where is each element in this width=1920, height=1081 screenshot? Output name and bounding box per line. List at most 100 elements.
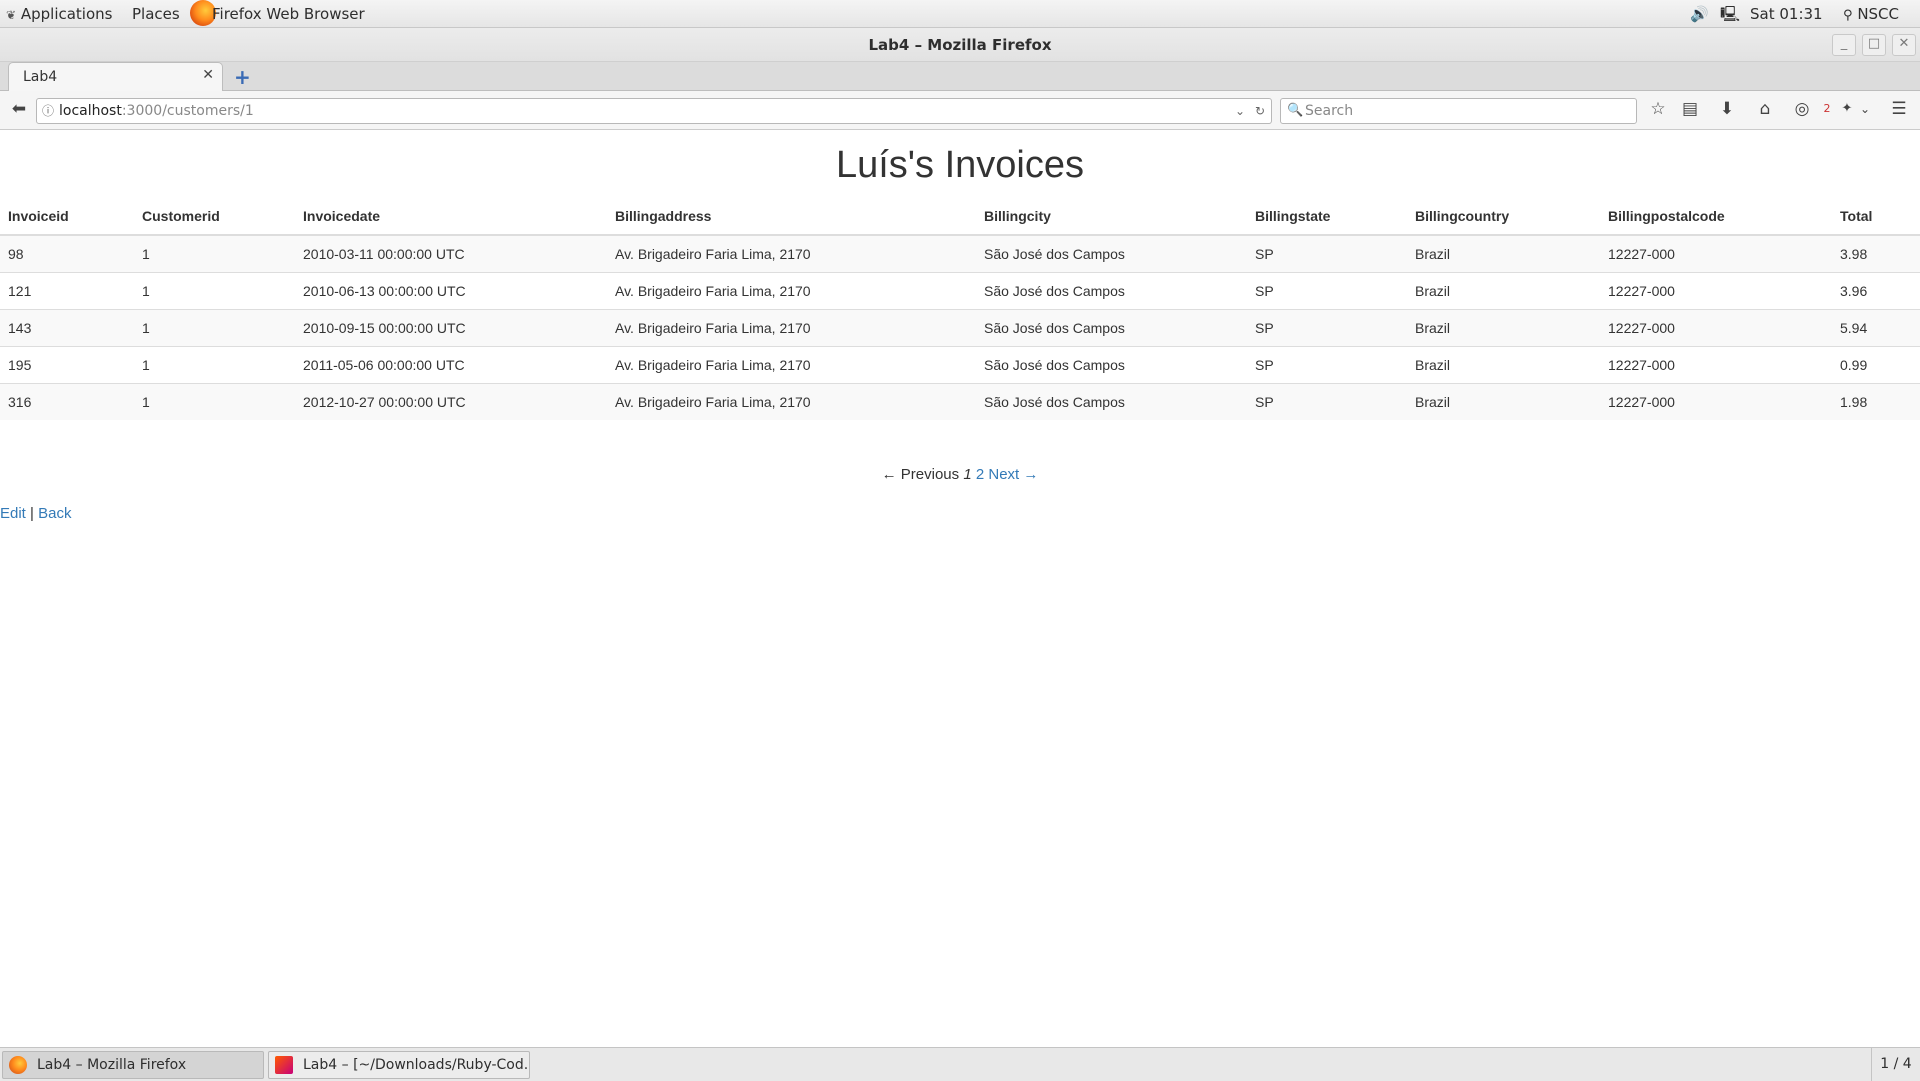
table-cell: Av. Brigadeiro Faria Lima, 2170: [607, 309, 976, 347]
minimize-button[interactable]: _: [1832, 34, 1856, 56]
taskbar-item-firefox[interactable]: Lab4 – Mozilla Firefox: [2, 1051, 264, 1079]
top-panel: ❦ Applications Places Firefox Web Browse…: [0, 0, 1920, 28]
table-row: 121 1 2010-06-13 00:00:00 UTC Av. Brigad…: [0, 272, 1920, 310]
table-cell: São José dos Campos: [976, 272, 1247, 310]
column-header: Billingcity: [976, 198, 1247, 236]
table-cell: São José dos Campos: [976, 309, 1247, 347]
table-cell: 3.98: [1832, 234, 1920, 273]
table-cell: 3.96: [1832, 272, 1920, 310]
table-cell: 2010-09-15 00:00:00 UTC: [295, 309, 607, 347]
table-cell: 98: [0, 234, 134, 273]
next-page-link[interactable]: Next →: [988, 466, 1038, 483]
tab-lab4[interactable]: Lab4 ✕: [8, 62, 223, 91]
table-cell: 12227-000: [1600, 346, 1832, 384]
taskbar-item-rubymine[interactable]: Lab4 – [~/Downloads/Ruby-Cod...: [268, 1051, 530, 1079]
close-window-button[interactable]: ✕: [1892, 34, 1916, 56]
table-cell: 1.98: [1832, 383, 1920, 420]
back-link[interactable]: Back: [38, 505, 71, 522]
table-cell: Brazil: [1407, 383, 1600, 420]
table-cell: São José dos Campos: [976, 346, 1247, 384]
table-cell: Av. Brigadeiro Faria Lima, 2170: [607, 272, 976, 310]
table-cell: Brazil: [1407, 234, 1600, 273]
current-page: 1: [963, 466, 972, 483]
table-row: 143 1 2010-09-15 00:00:00 UTC Av. Brigad…: [0, 309, 1920, 347]
column-header: Total: [1832, 198, 1920, 236]
column-header: Invoiceid: [0, 198, 134, 236]
table-cell: SP: [1247, 346, 1407, 384]
tab-strip: Lab4 ✕ +: [0, 62, 1920, 91]
home-icon[interactable]: ⌂: [1752, 97, 1778, 121]
link-separator: |: [30, 505, 34, 522]
window-title: Lab4 – Mozilla Firefox: [868, 36, 1052, 54]
taskbar-item-label: Lab4 – [~/Downloads/Ruby-Cod...: [303, 1057, 530, 1073]
column-header: Customerid: [134, 198, 295, 236]
table-cell: 1: [134, 272, 295, 310]
places-menu[interactable]: Places: [132, 4, 180, 24]
table-cell: Av. Brigadeiro Faria Lima, 2170: [607, 346, 976, 384]
workspace-indicator[interactable]: 1 / 4: [1871, 1048, 1920, 1081]
table-cell: Av. Brigadeiro Faria Lima, 2170: [607, 234, 976, 273]
new-tab-button[interactable]: +: [234, 65, 251, 89]
pocket-icon[interactable]: ◎: [1789, 97, 1815, 121]
url-bar[interactable]: ⓘ localhost:3000/customers/1 ⌄ ↻: [36, 98, 1272, 124]
addon-dropdown-icon[interactable]: ⌄: [1852, 97, 1878, 121]
site-info-icon[interactable]: ⓘ: [42, 99, 54, 123]
reload-icon[interactable]: ↻: [1255, 99, 1265, 123]
table-cell: 12227-000: [1600, 383, 1832, 420]
pagination: ← Previous 1 2 Next →: [0, 466, 1920, 483]
clock[interactable]: Sat 01:31: [1750, 4, 1823, 24]
table-cell: SP: [1247, 383, 1407, 420]
url-path: :3000/customers/1: [121, 103, 254, 119]
table-cell: 2010-06-13 00:00:00 UTC: [295, 272, 607, 310]
table-cell: Brazil: [1407, 309, 1600, 347]
hamburger-menu-icon[interactable]: ☰: [1886, 97, 1912, 121]
table-cell: 195: [0, 346, 134, 384]
table-header-row: Invoiceid Customerid Invoicedate Billing…: [0, 198, 1920, 236]
edit-link[interactable]: Edit: [0, 505, 26, 522]
table-cell: Brazil: [1407, 272, 1600, 310]
table-cell: SP: [1247, 234, 1407, 273]
url-dropdown-icon[interactable]: ⌄: [1235, 99, 1245, 123]
bookmark-star-icon[interactable]: ☆: [1645, 97, 1671, 121]
taskbar-item-label: Lab4 – Mozilla Firefox: [37, 1057, 187, 1073]
table-row: 98 1 2010-03-11 00:00:00 UTC Av. Brigade…: [0, 234, 1920, 273]
downloads-icon[interactable]: ⬇: [1714, 97, 1740, 121]
action-links: Edit | Back: [0, 505, 71, 522]
gnome-foot-icon: ❦: [6, 8, 17, 22]
page-title: Luís's Invoices: [835, 144, 1085, 186]
url-host: localhost: [59, 103, 122, 119]
firefox-icon: [9, 1056, 27, 1074]
network-icon[interactable]: 🖳: [1720, 4, 1740, 24]
page-content: Luís's Invoices Invoiceid Customerid Inv…: [0, 130, 1920, 1047]
close-tab-icon[interactable]: ✕: [202, 67, 214, 83]
column-header: Billingaddress: [607, 198, 976, 236]
table-cell: 12227-000: [1600, 234, 1832, 273]
volume-icon[interactable]: 🔊: [1690, 4, 1709, 24]
table-cell: 5.94: [1832, 309, 1920, 347]
user-name: NSCC: [1857, 5, 1900, 23]
table-cell: 1: [134, 309, 295, 347]
table-cell: 12227-000: [1600, 309, 1832, 347]
table-row: 195 1 2011-05-06 00:00:00 UTC Av. Brigad…: [0, 346, 1920, 384]
table-cell: 121: [0, 272, 134, 310]
maximize-button[interactable]: □: [1862, 34, 1886, 56]
user-menu[interactable]: ⚲ NSCC: [1843, 4, 1899, 24]
active-app-menu[interactable]: Firefox Web Browser: [212, 4, 365, 24]
table-cell: 12227-000: [1600, 272, 1832, 310]
bookmarks-list-icon[interactable]: ▤: [1677, 97, 1703, 121]
user-icon: ⚲: [1843, 8, 1853, 23]
column-header: Invoicedate: [295, 198, 607, 236]
back-arrow-icon[interactable]: ⬅: [6, 97, 32, 121]
applications-menu-label: Applications: [20, 5, 113, 23]
table-cell: 2011-05-06 00:00:00 UTC: [295, 346, 607, 384]
invoices-table: Invoiceid Customerid Invoicedate Billing…: [0, 198, 1920, 420]
table-cell: SP: [1247, 309, 1407, 347]
search-icon: 🔍: [1287, 103, 1304, 118]
column-header: Billingstate: [1247, 198, 1407, 236]
search-bar[interactable]: 🔍 Search: [1280, 98, 1637, 124]
table-cell: 2010-03-11 00:00:00 UTC: [295, 234, 607, 273]
page-2-link[interactable]: 2: [976, 466, 984, 483]
navigation-bar: ⬅ ⓘ localhost:3000/customers/1 ⌄ ↻ 🔍 Sea…: [0, 91, 1920, 130]
column-header: Billingpostalcode: [1600, 198, 1832, 236]
applications-menu[interactable]: ❦ Applications: [6, 4, 112, 24]
